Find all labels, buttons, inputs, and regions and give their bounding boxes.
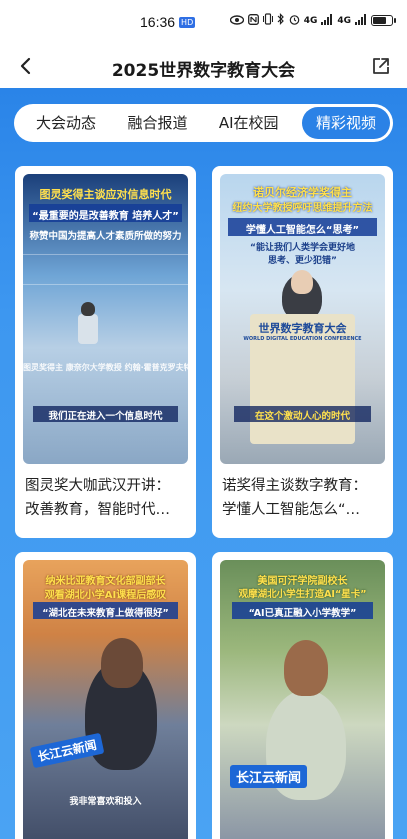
thumbnail-headline: 图灵奖得主谈应对信息时代	[39, 188, 172, 201]
video-card[interactable]: 图灵奖得主谈应对信息时代 “最重要的是改善教育 培养人才” 称赞中国为提高人才素…	[15, 166, 196, 538]
video-card[interactable]: 美国可汗学院副校长 观摩湖北小学生打造AI“星卡” “AI已真正融入小学教学” …	[212, 552, 393, 839]
card-title-line: 改善教育，智能时代…	[25, 502, 170, 518]
video-thumbnail[interactable]: 诺贝尔经济学奖得主 纽约大学教授呼吁思维提升方法 学懂人工智能怎么“思考” “能…	[220, 174, 385, 464]
video-thumbnail[interactable]: 纳米比亚教育文化部副部长 观看湖北小学AI课程后感叹 “湖北在未来教育上做得很好…	[23, 560, 188, 839]
thumbnail-headline: 观摩湖北小学生打造AI“星卡”	[238, 589, 367, 600]
signal-icon	[321, 13, 333, 28]
thumbnail-headline: 观看湖北小学AI课程后感叹	[44, 590, 167, 601]
thumbnail-subheadline: 学懂人工智能怎么“思考”	[245, 225, 360, 236]
page-title: 2025世界数字教育大会	[111, 61, 296, 81]
thumbnail-headline: 纽约大学教授呼吁思维提升方法	[232, 203, 373, 214]
thumbnail-caption: 我们正在进入一个信息时代	[48, 411, 163, 422]
thumbnail-caption: 图灵奖得主 康奈尔大学教授 约翰·霍普克罗夫特	[23, 363, 188, 372]
video-thumbnail[interactable]: 图灵奖得主谈应对信息时代 “最重要的是改善教育 培养人才” 称赞中国为提高人才素…	[23, 174, 188, 464]
battery-level	[373, 17, 386, 24]
status-time-group: 16:36 HD	[140, 14, 196, 30]
thumbnail-subheadline: “湖北在未来教育上做得很好”	[42, 608, 169, 619]
video-card[interactable]: 纳米比亚教育文化部副部长 观看湖北小学AI课程后感叹 “湖北在未来教育上做得很好…	[15, 552, 196, 839]
alarm-icon	[289, 14, 300, 28]
card-title-line: 学懂人工智能怎么“…	[222, 502, 361, 518]
tab-conference-news[interactable]: 大会动态	[28, 107, 104, 139]
signal-2-icon	[355, 13, 367, 28]
vibrate-icon	[262, 13, 273, 28]
status-icons: 4G 4G	[229, 13, 396, 28]
tab-featured-videos[interactable]: 精彩视频	[301, 107, 390, 139]
speaker-face	[284, 640, 328, 696]
video-card[interactable]: 诺贝尔经济学奖得主 纽约大学教授呼吁思维提升方法 学懂人工智能怎么“思考” “能…	[212, 166, 393, 538]
thumbnail-headline: “最重要的是改善教育 培养人才”	[32, 211, 179, 222]
bluetooth-icon	[277, 13, 285, 28]
nfc-icon	[247, 13, 259, 28]
stage-line	[23, 284, 188, 285]
speaker-face	[291, 270, 313, 294]
thumbnail-headline: 诺贝尔经济学奖得主	[253, 186, 352, 199]
hd-badge: HD	[179, 16, 196, 28]
thumbnail-caption: 我非常喜欢和投入	[69, 797, 142, 807]
thumbnail-headline: 美国可汗学院副校长	[257, 576, 348, 587]
thumbnail-subheadline: “AI已真正融入小学教学”	[248, 608, 357, 619]
thumbnail-subheadline: 称赞中国为提高人才素质所做的努力	[29, 231, 182, 242]
network-2-label: 4G	[337, 15, 351, 26]
card-title-line: 图灵奖大咖武汉开讲：	[25, 478, 170, 494]
card-title-line: 诺奖得主谈数字教育：	[222, 478, 367, 494]
tab-ai-campus[interactable]: AI在校园	[211, 107, 287, 139]
share-button[interactable]	[365, 50, 397, 82]
speaker-figure	[81, 302, 95, 316]
tab-integrated-reports[interactable]: 融合报道	[119, 107, 195, 139]
app-header: 2025世界数字教育大会	[0, 44, 407, 88]
tab-bar: 大会动态 融合报道 AI在校园 精彩视频	[14, 104, 393, 142]
video-thumbnail[interactable]: 美国可汗学院副校长 观摩湖北小学生打造AI“星卡” “AI已真正融入小学教学” …	[220, 560, 385, 839]
lectern	[78, 314, 98, 344]
news-logo: 长江云新闻	[29, 732, 105, 769]
card-title[interactable]: 诺奖得主谈数字教育： 学懂人工智能怎么“…	[222, 474, 384, 522]
stage-line	[23, 254, 188, 255]
podium-subtitle: WORLD DIGITAL EDUCATION CONFERENCE	[243, 336, 362, 342]
status-time: 16:36	[140, 14, 176, 30]
speaker-face	[101, 638, 143, 688]
thumbnail-caption: 在这个激动人心的时代	[254, 411, 350, 422]
network-1-label: 4G	[303, 15, 318, 26]
podium-title: 世界数字教育大会	[258, 322, 347, 335]
card-title[interactable]: 图灵奖大咖武汉开讲： 改善教育，智能时代…	[25, 474, 187, 522]
status-bar: 16:36 HD 4G 4G	[0, 0, 407, 44]
battery-icon	[371, 15, 396, 26]
main-content: 大会动态 融合报道 AI在校园 精彩视频 图灵奖得主谈应对信息时代 “最重要的是…	[0, 88, 407, 839]
thumbnail-quote: “能让我们人类学会更好地思考、更少犯错”	[250, 243, 355, 266]
eye-icon	[229, 14, 244, 28]
thumbnail-headline: 纳米比亚教育文化部副部长	[45, 576, 166, 587]
share-icon	[373, 58, 389, 74]
news-logo: 长江云新闻	[230, 765, 308, 788]
